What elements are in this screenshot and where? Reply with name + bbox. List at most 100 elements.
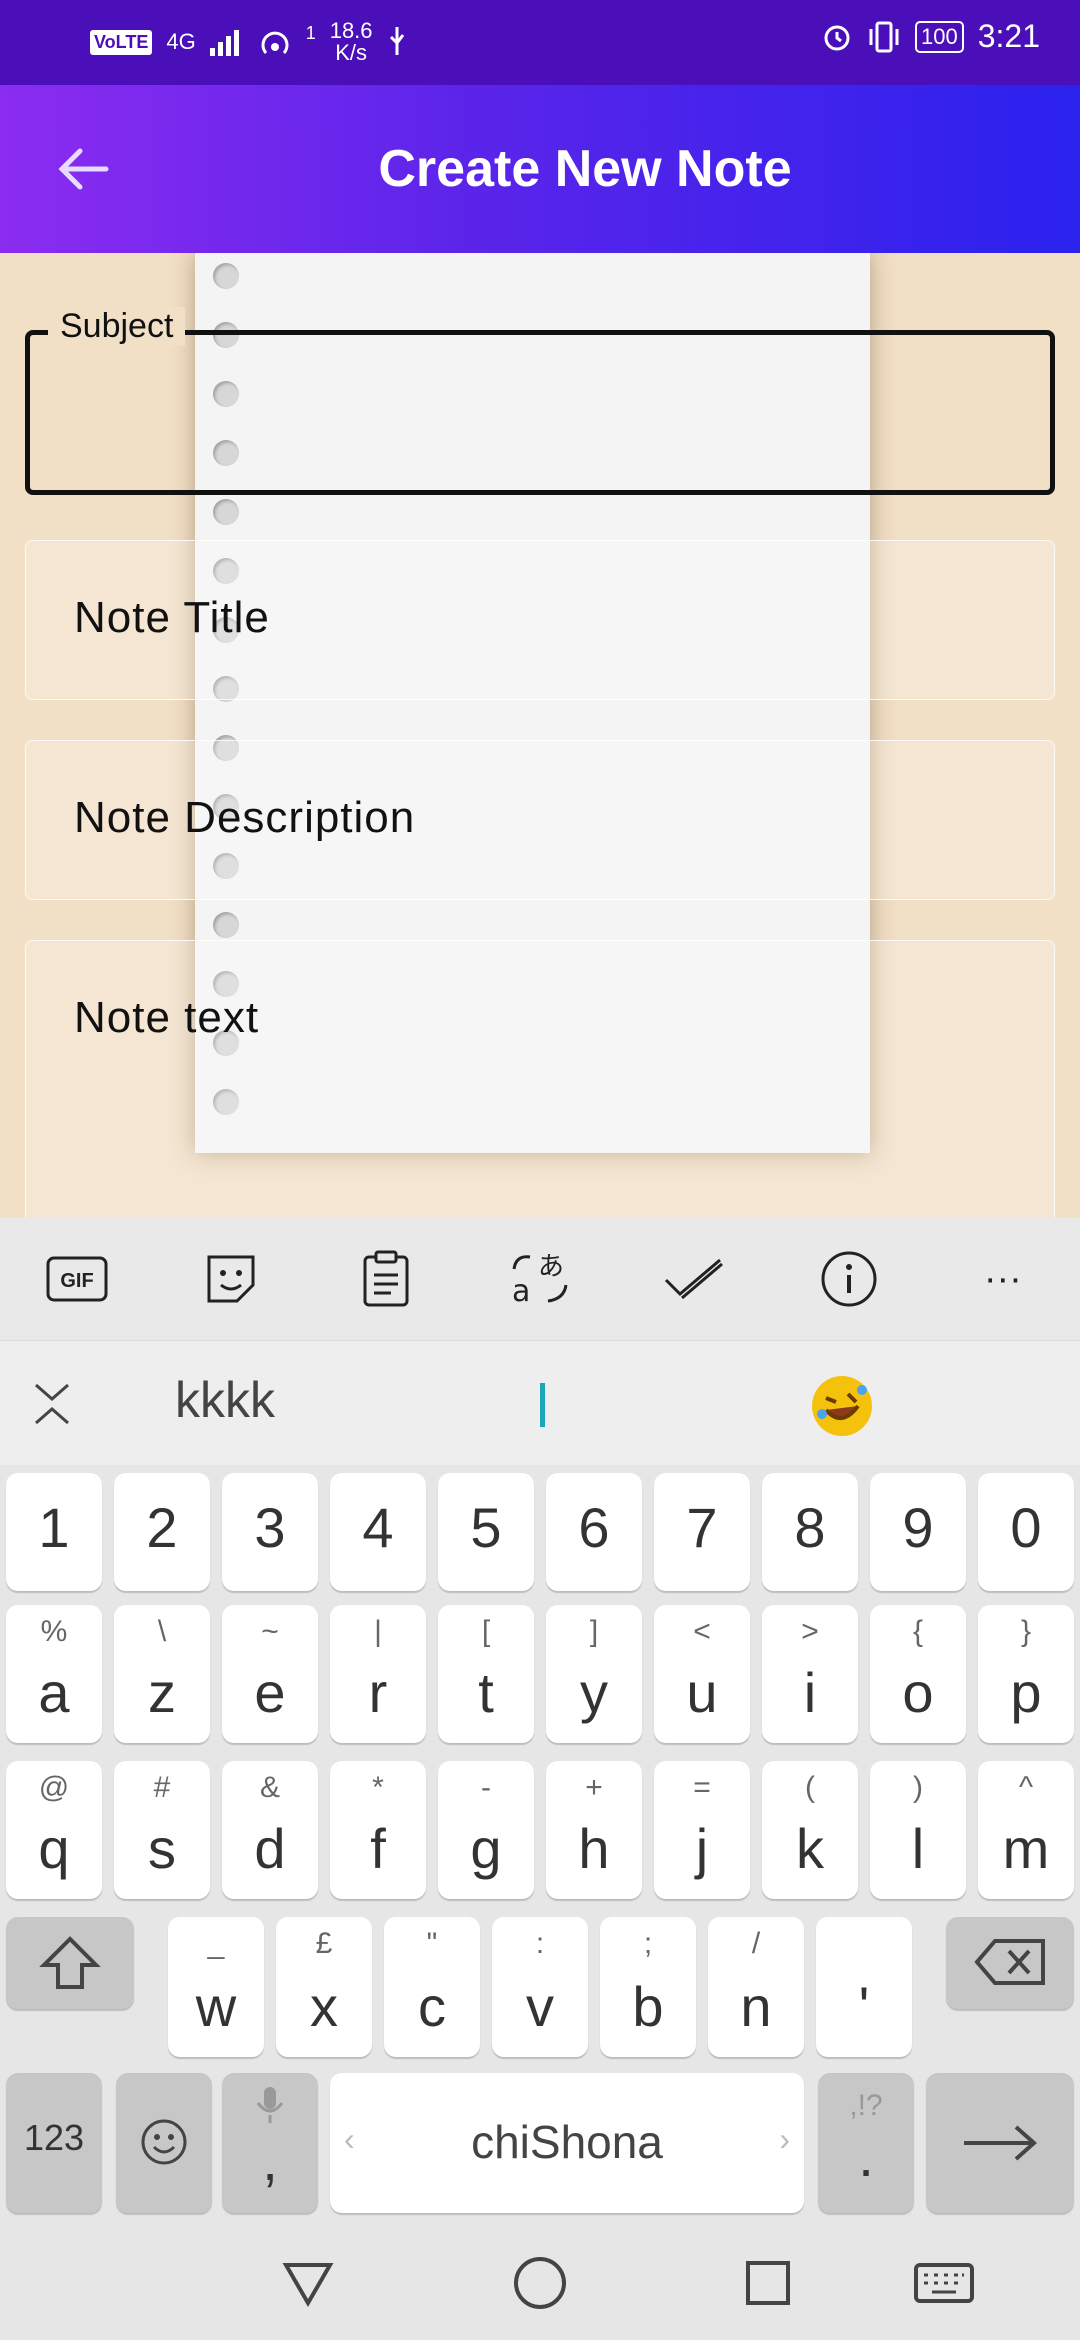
key-digit[interactable]: 6: [546, 1473, 642, 1591]
suggestion-word[interactable]: kkkk: [175, 1371, 275, 1429]
key-label: p: [1010, 1661, 1042, 1724]
key-letter[interactable]: ^ m: [978, 1761, 1074, 1899]
key-alt-label: >: [801, 1615, 819, 1648]
key-letter[interactable]: % a: [6, 1605, 102, 1743]
key-letter[interactable]: ~ e: [222, 1605, 318, 1743]
nav-recents-icon[interactable]: [738, 2253, 798, 2313]
more-options-button[interactable]: ···: [968, 1244, 1038, 1314]
key-label: t: [478, 1661, 494, 1724]
key-digit[interactable]: 8: [762, 1473, 858, 1591]
symbols-key[interactable]: 123: [6, 2073, 102, 2213]
speed-superscript: 1: [305, 22, 316, 43]
key-digit[interactable]: 5: [438, 1473, 534, 1591]
laughing-emoji-icon[interactable]: [812, 1376, 872, 1436]
note-title-placeholder: Note Title: [74, 593, 270, 642]
space-label: chiShona: [471, 2116, 663, 2168]
key-label: o: [902, 1661, 934, 1724]
key-alt-label: ~: [261, 1615, 279, 1648]
key-alt-label: @: [38, 1771, 70, 1804]
key-letter[interactable]: < u: [654, 1605, 750, 1743]
key-alt-label: &: [259, 1771, 280, 1804]
key-letter[interactable]: / n: [708, 1917, 804, 2057]
key-letter[interactable]: {o: [870, 1605, 966, 1743]
key-letter[interactable]: (k: [762, 1761, 858, 1899]
key-digit[interactable]: 1: [6, 1473, 102, 1591]
key-letter[interactable]: -g: [438, 1761, 534, 1899]
svg-text:あ: あ: [538, 1252, 564, 1282]
key-letter[interactable]: ) l: [870, 1761, 966, 1899]
key-letter[interactable]: £ x: [276, 1917, 372, 2057]
backspace-icon: [974, 1939, 1045, 1985]
key-letter[interactable]: ; b: [600, 1917, 696, 2057]
sticker-button[interactable]: [196, 1244, 266, 1314]
key-letter[interactable]: * f: [330, 1761, 426, 1899]
key-letter[interactable]: \ z: [114, 1605, 210, 1743]
key-letter[interactable]: ] y: [546, 1605, 642, 1743]
key-alt-label: |: [374, 1615, 382, 1648]
subject-field[interactable]: Subject: [25, 307, 1055, 495]
keyboard: 1234567890 % a \ z ~ e | r[t] y < u > i{o} p @ q # s & d * f…: [0, 1465, 1080, 2225]
key-letter[interactable]: _ w: [168, 1917, 264, 2057]
key-digit[interactable]: 4: [330, 1473, 426, 1591]
enter-key[interactable]: [926, 2073, 1074, 2213]
key-letter[interactable]: ': [816, 1917, 912, 2057]
key-label: ': [858, 1975, 870, 2038]
key-label: u: [686, 1661, 718, 1724]
comma-key[interactable]: ,: [222, 2073, 318, 2213]
shift-key[interactable]: [6, 1917, 134, 2009]
key-alt-label: }: [1020, 1615, 1032, 1648]
key-letter[interactable]: & d: [222, 1761, 318, 1899]
key-letter[interactable]: @ q: [6, 1761, 102, 1899]
key-label: 1: [38, 1496, 70, 1559]
key-letter[interactable]: > i: [762, 1605, 858, 1743]
translate-icon: aあ: [512, 1252, 568, 1309]
note-text-field[interactable]: Note text: [25, 940, 1055, 1218]
key-letter[interactable]: + h: [546, 1761, 642, 1899]
key-letter[interactable]: } p: [978, 1605, 1074, 1743]
key-letter[interactable]: [t: [438, 1605, 534, 1743]
note-form-area: Subject Note Title Note Description Note…: [0, 253, 1080, 1218]
volte-badge: VoLTE: [90, 29, 153, 55]
key-label: n: [740, 1975, 772, 2038]
key-digit[interactable]: 2: [114, 1473, 210, 1591]
space-key[interactable]: ‹ chiShona ›: [330, 2073, 804, 2213]
gif-button[interactable]: GIF: [42, 1244, 112, 1314]
key-alt-label: _: [207, 1927, 225, 1960]
key-digit[interactable]: 0: [978, 1473, 1074, 1591]
key-alt-label: £: [315, 1927, 333, 1960]
note-description-placeholder: Note Description: [74, 793, 416, 842]
key-letter[interactable]: | r: [330, 1605, 426, 1743]
key-letter[interactable]: # s: [114, 1761, 210, 1899]
status-bar: VoLTE 4G 1 18.6 K/s 100 3:21: [0, 0, 1080, 85]
key-letter[interactable]: = j: [654, 1761, 750, 1899]
key-label: b: [632, 1975, 664, 2038]
key-label: s: [148, 1817, 176, 1880]
info-button[interactable]: [814, 1244, 884, 1314]
key-label: f: [370, 1817, 386, 1880]
key-digit[interactable]: 7: [654, 1473, 750, 1591]
nav-keyboard-icon[interactable]: [912, 2253, 976, 2313]
key-label: 5: [470, 1496, 502, 1559]
key-letter[interactable]: :v: [492, 1917, 588, 2057]
subject-label: Subject: [48, 307, 186, 346]
note-description-field[interactable]: Note Description: [25, 740, 1055, 900]
network-speed: 18.6 K/s: [330, 20, 373, 64]
key-letter[interactable]: " c: [384, 1917, 480, 2057]
key-digit[interactable]: 3: [222, 1473, 318, 1591]
emoji-key[interactable]: [116, 2073, 212, 2213]
key-label: h: [578, 1817, 610, 1880]
period-key[interactable]: ,!? .: [818, 2073, 914, 2213]
clipboard-button[interactable]: [351, 1244, 421, 1314]
backspace-key[interactable]: [946, 1917, 1074, 2009]
handwriting-button[interactable]: [659, 1244, 729, 1314]
key-digit[interactable]: 9: [870, 1473, 966, 1591]
page-title: Create New Note: [378, 140, 792, 198]
collapse-icon[interactable]: [30, 1379, 74, 1429]
translate-button[interactable]: aあ: [505, 1244, 575, 1314]
nav-home-icon[interactable]: [510, 2253, 570, 2313]
key-label: e: [254, 1661, 286, 1724]
key-alt-label: /: [751, 1927, 761, 1960]
key-label: 2: [146, 1496, 178, 1559]
note-title-field[interactable]: Note Title: [25, 540, 1055, 700]
nav-back-icon[interactable]: [278, 2253, 338, 2313]
